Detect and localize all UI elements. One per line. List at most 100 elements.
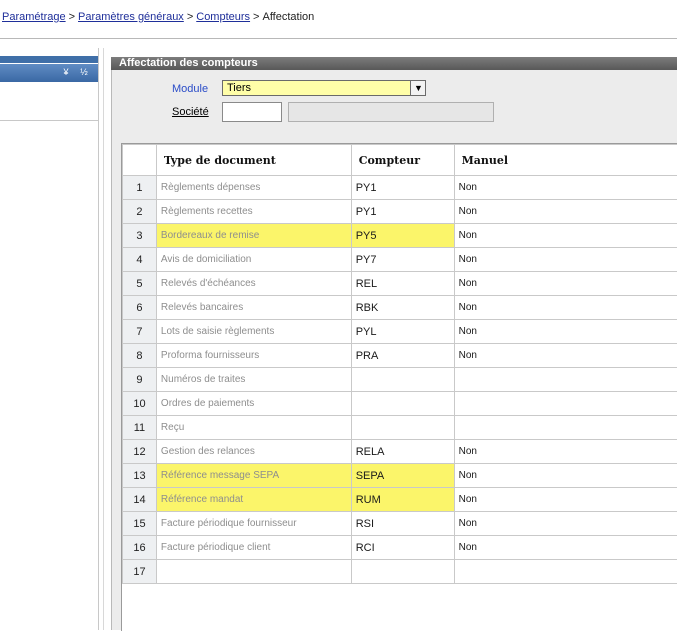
document-type-cell[interactable]: Proforma fournisseurs [156,344,351,368]
manuel-cell[interactable]: Non [454,296,677,320]
collapse-down-icon[interactable]: ¥ [60,66,72,79]
table-row[interactable]: 4Avis de domiciliationPY7Non [123,248,677,272]
document-type-cell[interactable]: Ordres de paiements [156,392,351,416]
document-type-cell[interactable]: Reçu [156,416,351,440]
compteur-cell[interactable] [351,368,454,392]
grid-header-row: Type de document Compteur Manuel [123,145,677,176]
table-row[interactable]: 1Règlements dépensesPY1Non [123,176,677,200]
table-row[interactable]: 10Ordres de paiements [123,392,677,416]
compteur-cell[interactable]: PYL [351,320,454,344]
document-type-cell[interactable]: Avis de domiciliation [156,248,351,272]
breadcrumb-separator: > [250,11,262,23]
row-number-cell: 13 [123,464,157,488]
compteur-cell[interactable]: REL [351,272,454,296]
compteur-cell[interactable]: PY7 [351,248,454,272]
header-divider [0,38,677,39]
compteur-cell[interactable]: PY1 [351,200,454,224]
breadcrumb-current: Affectation [262,11,314,23]
manuel-cell[interactable]: Non [454,512,677,536]
table-row[interactable]: 3Bordereaux de remisePY5Non [123,224,677,248]
breadcrumb-link-parametrage[interactable]: Paramétrage [2,11,66,23]
row-number-cell: 14 [123,488,157,512]
table-row[interactable]: 6Relevés bancairesRBKNon [123,296,677,320]
table-row[interactable]: 7Lots de saisie règlementsPYLNon [123,320,677,344]
column-header-compteur[interactable]: Compteur [351,145,454,176]
manuel-cell[interactable]: Non [454,248,677,272]
expand-up-icon[interactable]: ½ [78,66,90,79]
document-type-cell[interactable]: Relevés d'échéances [156,272,351,296]
module-dropdown-button[interactable]: ▼ [410,80,426,96]
document-type-cell[interactable]: Facture périodique client [156,536,351,560]
table-row[interactable]: 5Relevés d'échéancesRELNon [123,272,677,296]
compteur-cell[interactable] [351,416,454,440]
breadcrumb-separator: > [66,11,78,23]
manuel-cell[interactable]: Non [454,440,677,464]
compteur-cell[interactable]: SEPA [351,464,454,488]
document-type-cell[interactable]: Bordereaux de remise [156,224,351,248]
table-row[interactable]: 12Gestion des relancesRELANon [123,440,677,464]
manuel-cell[interactable]: Non [454,488,677,512]
table-row[interactable]: 11Reçu [123,416,677,440]
table-row[interactable]: 9Numéros de traites [123,368,677,392]
breadcrumb-link-parametres-generaux[interactable]: Paramètres généraux [78,11,184,23]
manuel-cell[interactable]: Non [454,272,677,296]
left-panel-row[interactable] [0,84,98,121]
compteur-cell[interactable]: PRA [351,344,454,368]
breadcrumb-link-compteurs[interactable]: Compteurs [196,11,250,23]
breadcrumb: Paramétrage>Paramètres généraux>Compteur… [2,11,314,23]
breadcrumb-separator: > [184,11,196,23]
manuel-cell[interactable]: Non [454,224,677,248]
manuel-cell[interactable] [454,416,677,440]
document-type-cell[interactable]: Lots de saisie règlements [156,320,351,344]
document-type-cell[interactable]: Relevés bancaires [156,296,351,320]
row-number-cell: 3 [123,224,157,248]
document-type-cell[interactable]: Facture périodique fournisseur [156,512,351,536]
compteur-cell[interactable] [351,392,454,416]
column-header-type-document[interactable]: Type de document [156,145,351,176]
compteur-cell[interactable]: RELA [351,440,454,464]
manuel-cell[interactable]: Non [454,464,677,488]
manuel-cell[interactable] [454,560,677,584]
row-number-cell: 16 [123,536,157,560]
table-row[interactable]: 17 [123,560,677,584]
row-number-cell: 15 [123,512,157,536]
column-header-manuel[interactable]: Manuel [454,145,677,176]
document-type-cell[interactable]: Référence message SEPA [156,464,351,488]
table-row[interactable]: 15Facture périodique fournisseurRSINon [123,512,677,536]
table-row[interactable]: 16Facture périodique clientRCINon [123,536,677,560]
document-type-cell[interactable]: Règlements recettes [156,200,351,224]
row-number-cell: 10 [123,392,157,416]
group-title-bar: Affectation des compteurs [111,57,677,70]
document-type-cell[interactable]: Règlements dépenses [156,176,351,200]
module-select[interactable]: Tiers [222,80,426,96]
breadcrumb-bar: Paramétrage>Paramètres généraux>Compteur… [0,0,677,40]
compteur-cell[interactable]: RSI [351,512,454,536]
societe-label: Société [172,106,209,118]
manuel-cell[interactable]: Non [454,344,677,368]
group-title: Affectation des compteurs [119,57,258,70]
societe-code-input[interactable] [222,102,282,122]
row-number-cell: 17 [123,560,157,584]
row-number-cell: 5 [123,272,157,296]
manuel-cell[interactable]: Non [454,536,677,560]
compteur-cell[interactable]: PY1 [351,176,454,200]
document-type-cell[interactable] [156,560,351,584]
manuel-cell[interactable]: Non [454,200,677,224]
compteur-cell[interactable]: RCI [351,536,454,560]
table-row[interactable]: 14Référence mandatRUMNon [123,488,677,512]
table-row[interactable]: 13Référence message SEPASEPANon [123,464,677,488]
document-type-cell[interactable]: Gestion des relances [156,440,351,464]
compteur-cell[interactable]: PY5 [351,224,454,248]
compteur-cell[interactable]: RBK [351,296,454,320]
document-type-cell[interactable]: Numéros de traites [156,368,351,392]
module-value: Tiers [227,82,251,94]
table-row[interactable]: 2Règlements recettesPY1Non [123,200,677,224]
manuel-cell[interactable]: Non [454,320,677,344]
manuel-cell[interactable] [454,368,677,392]
compteur-cell[interactable]: RUM [351,488,454,512]
table-row[interactable]: 8Proforma fournisseursPRANon [123,344,677,368]
compteur-cell[interactable] [351,560,454,584]
document-type-cell[interactable]: Référence mandat [156,488,351,512]
manuel-cell[interactable]: Non [454,176,677,200]
manuel-cell[interactable] [454,392,677,416]
